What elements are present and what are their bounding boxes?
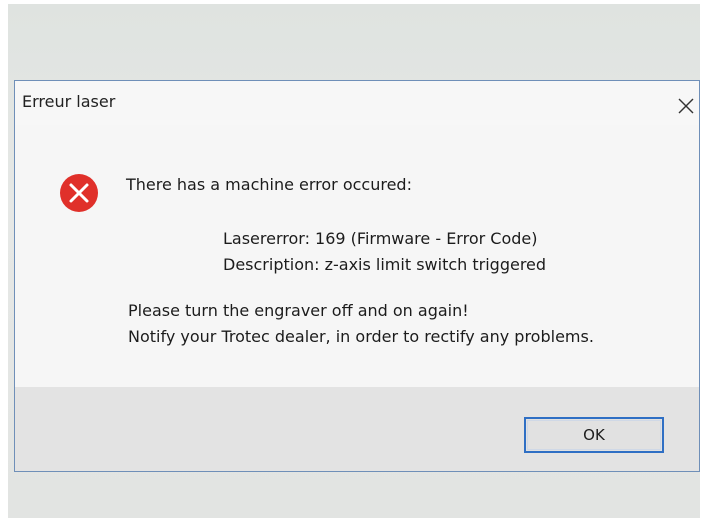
close-icon[interactable] [675, 95, 697, 117]
button-bar: OK [15, 387, 699, 471]
error-code-line: Lasererror: 169 (Firmware - Error Code) [223, 229, 538, 248]
dialog-title: Erreur laser [22, 92, 116, 111]
dialog-content: There has a machine error occured: Laser… [15, 125, 699, 387]
description-line: Description: z-axis limit switch trigger… [223, 255, 547, 274]
title-bar: Erreur laser [15, 81, 699, 125]
error-dialog: Erreur laser There has a machine error o… [14, 80, 700, 472]
message-heading: There has a machine error occured: [126, 175, 412, 194]
instruction-line-1: Please turn the engraver off and on agai… [128, 301, 469, 320]
error-icon [59, 173, 99, 213]
instruction-line-2: Notify your Trotec dealer, in order to r… [128, 327, 594, 346]
ok-button[interactable]: OK [524, 417, 664, 453]
